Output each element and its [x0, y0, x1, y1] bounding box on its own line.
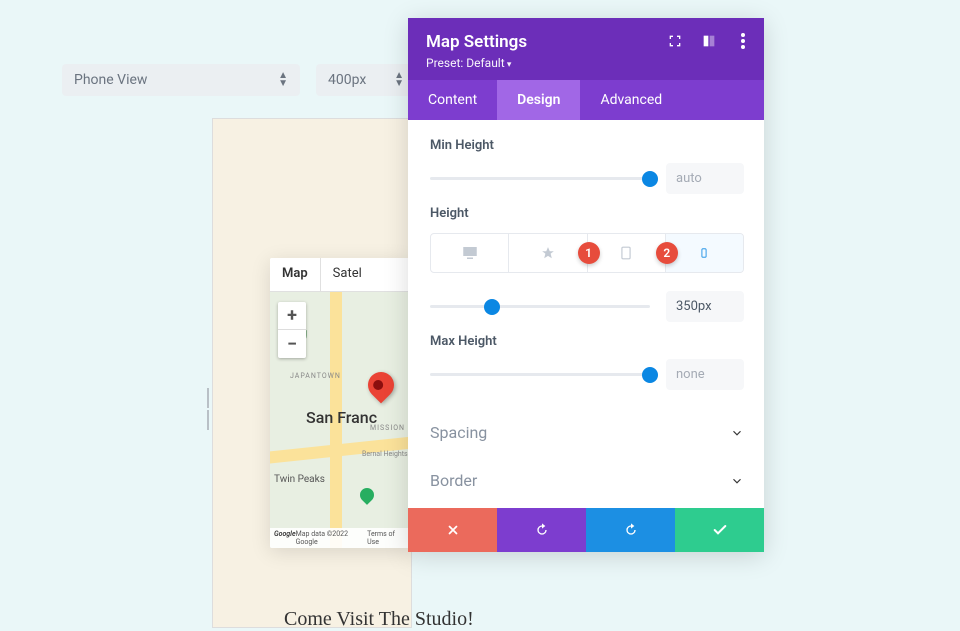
device-phone[interactable]: 2	[666, 234, 743, 272]
panel-footer	[408, 508, 764, 552]
map-label: Twin Peaks	[274, 474, 325, 485]
updown-icon: ▲▼	[394, 72, 404, 88]
settings-panel: Map Settings Preset: Default Content Des…	[408, 18, 764, 552]
zoom-controls: + −	[278, 302, 306, 358]
panel-tabs: Content Design Advanced	[408, 80, 764, 120]
save-button[interactable]	[675, 508, 764, 552]
max-height-label: Max Height	[430, 334, 744, 349]
panel-body[interactable]: Min Height auto Height 1 2	[408, 120, 764, 508]
view-mode-select[interactable]: Phone View ▲▼	[62, 64, 300, 96]
device-tablet[interactable]: 1	[588, 234, 666, 272]
chevron-down-icon	[730, 426, 744, 440]
callout-marker: 2	[656, 242, 678, 264]
height-slider[interactable]	[430, 293, 650, 321]
map-tab-map[interactable]: Map	[270, 258, 321, 291]
map-terms-link[interactable]: Terms of Use	[367, 530, 406, 546]
slider-thumb[interactable]	[642, 367, 658, 383]
height-label: Height	[430, 206, 744, 221]
min-height-label: Min Height	[430, 138, 744, 153]
chevron-down-icon	[730, 474, 744, 488]
preset-dropdown[interactable]: Preset: Default	[426, 56, 746, 70]
max-height-value[interactable]: none	[666, 359, 744, 390]
device-hover[interactable]	[509, 234, 587, 272]
section-border[interactable]: Border	[430, 456, 744, 504]
min-height-value[interactable]: auto	[666, 163, 744, 194]
responsive-toggle: 1 2	[430, 233, 744, 273]
zoom-in-button[interactable]: +	[278, 302, 306, 330]
map-tab-satellite[interactable]: Satel	[321, 258, 374, 291]
map-canvas[interactable]: 101 + − JAPANTOWN San Franc MISSION DIST…	[270, 292, 410, 548]
updown-icon: ▲▼	[278, 72, 288, 88]
max-height-slider[interactable]	[430, 361, 650, 389]
device-desktop[interactable]	[431, 234, 509, 272]
tab-advanced[interactable]: Advanced	[580, 80, 682, 120]
kebab-icon[interactable]	[734, 32, 752, 50]
min-height-slider[interactable]	[430, 165, 650, 193]
map-credit: Google Map data ©2022 Google Terms of Us…	[270, 528, 410, 548]
zoom-out-button[interactable]: −	[278, 330, 306, 358]
page-heading: Come Visit The Studio!	[284, 608, 474, 631]
viewport-width-select[interactable]: 400px ▲▼	[316, 64, 416, 96]
undo-button[interactable]	[497, 508, 586, 552]
callout-marker: 1	[578, 242, 600, 264]
viewport-width-label: 400px	[328, 72, 366, 88]
cancel-button[interactable]	[408, 508, 497, 552]
view-mode-label: Phone View	[74, 72, 147, 88]
section-spacing[interactable]: Spacing	[430, 408, 744, 456]
map-label: MISSION DISTRICT	[370, 424, 410, 432]
slider-thumb[interactable]	[642, 171, 658, 187]
map-label: JAPANTOWN	[290, 372, 341, 380]
spacing-label: Spacing	[430, 423, 487, 442]
phone-preview: Map Satel 101 + − JAPANTOWN San Franc MI…	[270, 258, 410, 548]
park-pin-icon	[357, 485, 377, 505]
expand-icon[interactable]	[666, 32, 684, 50]
panel-header[interactable]: Map Settings Preset: Default	[408, 18, 764, 80]
redo-button[interactable]	[586, 508, 675, 552]
map-pin-icon[interactable]	[363, 367, 400, 404]
border-label: Border	[430, 471, 477, 490]
tab-design[interactable]: Design	[497, 80, 580, 120]
slider-thumb[interactable]	[484, 299, 500, 315]
map-type-bar: Map Satel	[270, 258, 410, 292]
resize-handle[interactable]	[204, 388, 212, 430]
city-label: San Franc	[306, 408, 377, 427]
tab-content[interactable]: Content	[408, 80, 497, 120]
height-value[interactable]: 350px	[666, 291, 744, 322]
map-data-text: Map data ©2022 Google	[296, 530, 368, 546]
map-label: Bernal Heights Park	[362, 450, 410, 458]
snap-icon[interactable]	[700, 32, 718, 50]
map-brand: Google	[274, 530, 296, 546]
